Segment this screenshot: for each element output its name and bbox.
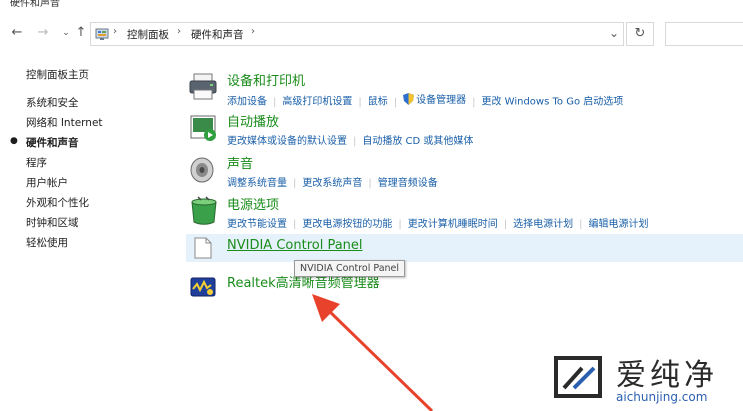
sleep-time-link[interactable]: 更改计算机睡眠时间 [408,219,498,230]
power-options-heading[interactable]: 电源选项 [227,194,279,213]
link-divider: | [393,96,398,108]
autoplay-links: 更改媒体或设备的默认设置 | 自动播放 CD 或其他媒体 [227,132,473,147]
change-default-settings-link[interactable]: 更改媒体或设备的默认设置 [227,136,347,147]
search-input[interactable] [665,22,743,46]
watermark: 爱纯净 aichunjing.com [540,348,743,411]
chevron-down-icon[interactable]: ⌄ [609,26,619,40]
link-divider: | [273,96,277,108]
device-manager-link[interactable]: 设备管理器 [416,91,466,106]
link-divider: | [293,178,297,189]
power-saving-link[interactable]: 更改节能设置 [227,219,287,230]
breadcrumb-separator-icon: › [251,26,255,37]
sidebar-item-programs[interactable]: 程序 [26,155,47,170]
annotation-arrow-icon [312,294,434,411]
breadcrumb-separator-icon: › [113,26,117,37]
sound-heading[interactable]: 声音 [227,153,253,172]
forward-arrow-icon[interactable]: → [35,24,51,42]
link-divider: | [358,96,362,108]
document-icon [194,237,212,259]
battery-icon [191,196,217,225]
nvidia-tooltip: NVIDIA Control Panel [294,260,406,277]
refresh-icon[interactable]: ↻ [626,22,654,46]
mouse-link[interactable]: 鼠标 [368,97,388,108]
navigation-bar: ← → ⌄ ↑ › 控制面板 › 硬件和声音 › ⌄ ↻ [0,20,743,48]
change-system-sounds-link[interactable]: 更改系统声音 [302,178,362,189]
link-divider: | [368,178,372,189]
sidebar-item-network[interactable]: 网络和 Internet [26,115,103,130]
speaker-icon [190,157,214,183]
power-links: 更改节能设置 | 更改电源按钮的功能 | 更改计算机睡眠时间 | 选择电源计划 | 编辑电源计划 [227,215,649,230]
link-divider: | [503,219,508,230]
edit-power-plan-link[interactable]: 编辑电源计划 [589,219,649,230]
recent-dropdown-icon[interactable]: ⌄ [58,24,74,42]
control-panel-icon [95,28,109,40]
title-bar: 硬件和声音 [0,0,743,9]
link-divider: | [353,136,357,147]
back-arrow-icon[interactable]: ← [9,24,25,42]
nvidia-heading[interactable]: NVIDIA Control Panel [227,238,363,253]
link-divider: | [579,219,583,230]
sidebar-item-appearance[interactable]: 外观和个性化 [26,195,89,210]
device-manager-link-group[interactable]: 设备管理器 [403,91,466,106]
sidebar-item-home[interactable]: 控制面板主页 [26,67,89,82]
shield-icon [403,92,415,105]
sound-links: 调整系统音量 | 更改系统声音 | 管理音频设备 [227,174,438,189]
breadcrumb-separator-icon: › [177,26,181,37]
window-title: 硬件和声音 [10,0,60,9]
devices-printers-heading[interactable]: 设备和打印机 [227,70,305,89]
sidebar-item-user-accounts[interactable]: 用户帐户 [26,175,68,190]
active-bullet-icon: ● [10,136,18,146]
link-divider: | [398,219,402,230]
manage-audio-devices-link[interactable]: 管理音频设备 [378,178,438,189]
add-device-link[interactable]: 添加设备 [227,97,267,108]
power-button-link[interactable]: 更改电源按钮的功能 [302,219,392,230]
autoplay-icon [190,115,216,141]
autoplay-cd-link[interactable]: 自动播放 CD 或其他媒体 [362,136,473,147]
watermark-logo-icon [554,356,602,398]
sidebar-item-hardware-sound[interactable]: 硬件和声音 [26,135,79,150]
autoplay-heading[interactable]: 自动播放 [227,111,279,130]
address-bar[interactable]: › 控制面板 › 硬件和声音 › ⌄ [90,22,624,46]
windows-to-go-link[interactable]: 更改 Windows To Go 启动选项 [482,97,624,108]
devices-links: 添加设备 | 高级打印机设置 | 鼠标 | 设备管理器 | 更改 Windows To Go 启… [227,91,623,108]
link-divider: | [472,96,476,108]
adjust-volume-link[interactable]: 调整系统音量 [227,178,287,189]
choose-power-plan-link[interactable]: 选择电源计划 [513,219,573,230]
watermark-url: aichunjing.com [616,390,708,404]
watermark-text: 爱纯净 [616,358,718,393]
printer-icon [189,73,217,100]
link-divider: | [293,219,297,230]
category-nvidia[interactable]: NVIDIA Control Panel [186,234,743,262]
advanced-printer-settings-link[interactable]: 高级打印机设置 [282,97,352,108]
sidebar-item-ease-of-access[interactable]: 轻松使用 [26,235,68,250]
breadcrumb-hardware-sound[interactable]: 硬件和声音 [191,27,244,42]
realtek-icon [190,277,216,297]
category-realtek: Realtek高清晰音频管理器 [186,272,743,302]
sidebar-item-clock-region[interactable]: 时钟和区域 [26,215,79,230]
sidebar-item-system-security[interactable]: 系统和安全 [26,95,79,110]
breadcrumb-control-panel[interactable]: 控制面板 [127,27,169,42]
up-arrow-icon[interactable]: ↑ [73,24,89,42]
